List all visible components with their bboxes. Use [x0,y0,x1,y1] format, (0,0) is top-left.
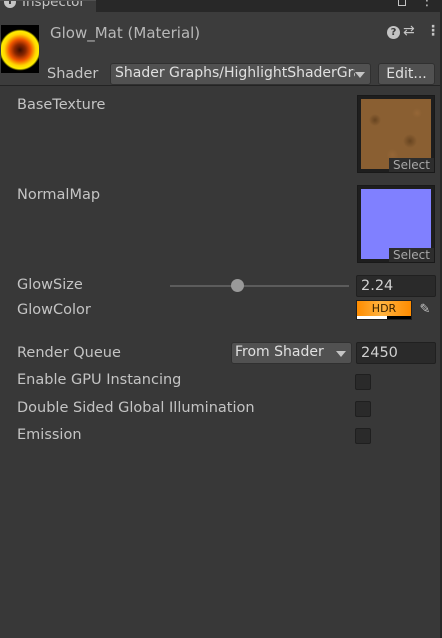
gpu-instancing-label: Enable GPU Instancing [17,372,182,388]
info-icon: i [4,1,16,8]
base-texture-slot[interactable]: Select [357,95,435,173]
normal-map-label: NormalMap [17,187,101,203]
alpha-bar-remainder [387,316,411,319]
material-header: Glow_Mat (Material) ? ⇄ ⋮ Shader Shader … [0,12,442,86]
double-sided-gi-label: Double Sided Global Illumination [17,400,255,416]
preset-icon[interactable]: ⇄ [403,23,415,39]
edit-shader-button[interactable]: Edit... [378,63,435,85]
glow-size-slider-track[interactable] [170,285,349,287]
tab-menu-icon[interactable]: ⋮ [420,0,434,8]
shader-dropdown[interactable]: Shader Graphs/HighlightShaderGraph [110,63,371,85]
chevron-down-icon [336,351,346,357]
glow-color-swatch[interactable]: HDR [356,300,412,320]
tab-inspector[interactable]: i Inspector [0,0,96,12]
hdr-badge: HDR [371,302,397,315]
double-sided-gi-checkbox[interactable] [355,401,371,417]
tab-title: Inspector [22,0,85,10]
glow-size-field[interactable]: 2.24 [356,275,436,297]
shader-value: Shader Graphs/HighlightShaderGraph [115,65,355,81]
normal-map-select-button[interactable]: Select [388,248,434,262]
render-queue-field[interactable]: 2450 [356,342,436,364]
gpu-instancing-checkbox[interactable] [355,374,371,390]
lock-icon[interactable] [398,0,406,6]
chevron-down-icon [355,72,365,78]
glow-color-label: GlowColor [17,302,91,318]
base-texture-label: BaseTexture [17,97,106,113]
emission-checkbox[interactable] [355,428,371,444]
alpha-bar [357,316,387,319]
more-icon[interactable]: ⋮ [426,23,440,39]
base-texture-select-button[interactable]: Select [388,158,434,172]
material-preview [1,25,39,73]
shader-label: Shader [47,66,99,82]
emission-label: Emission [17,427,82,443]
material-title: Glow_Mat (Material) [50,24,201,42]
glow-size-slider-handle[interactable] [231,279,244,292]
glow-size-label: GlowSize [17,277,83,293]
normal-map-slot[interactable]: Select [357,185,435,263]
help-icon[interactable]: ? [387,26,400,39]
render-queue-dropdown-value: From Shader [235,344,324,360]
render-queue-dropdown[interactable]: From Shader [231,342,352,364]
eyedropper-icon[interactable]: ✎ [414,300,436,320]
render-queue-label: Render Queue [17,345,121,361]
